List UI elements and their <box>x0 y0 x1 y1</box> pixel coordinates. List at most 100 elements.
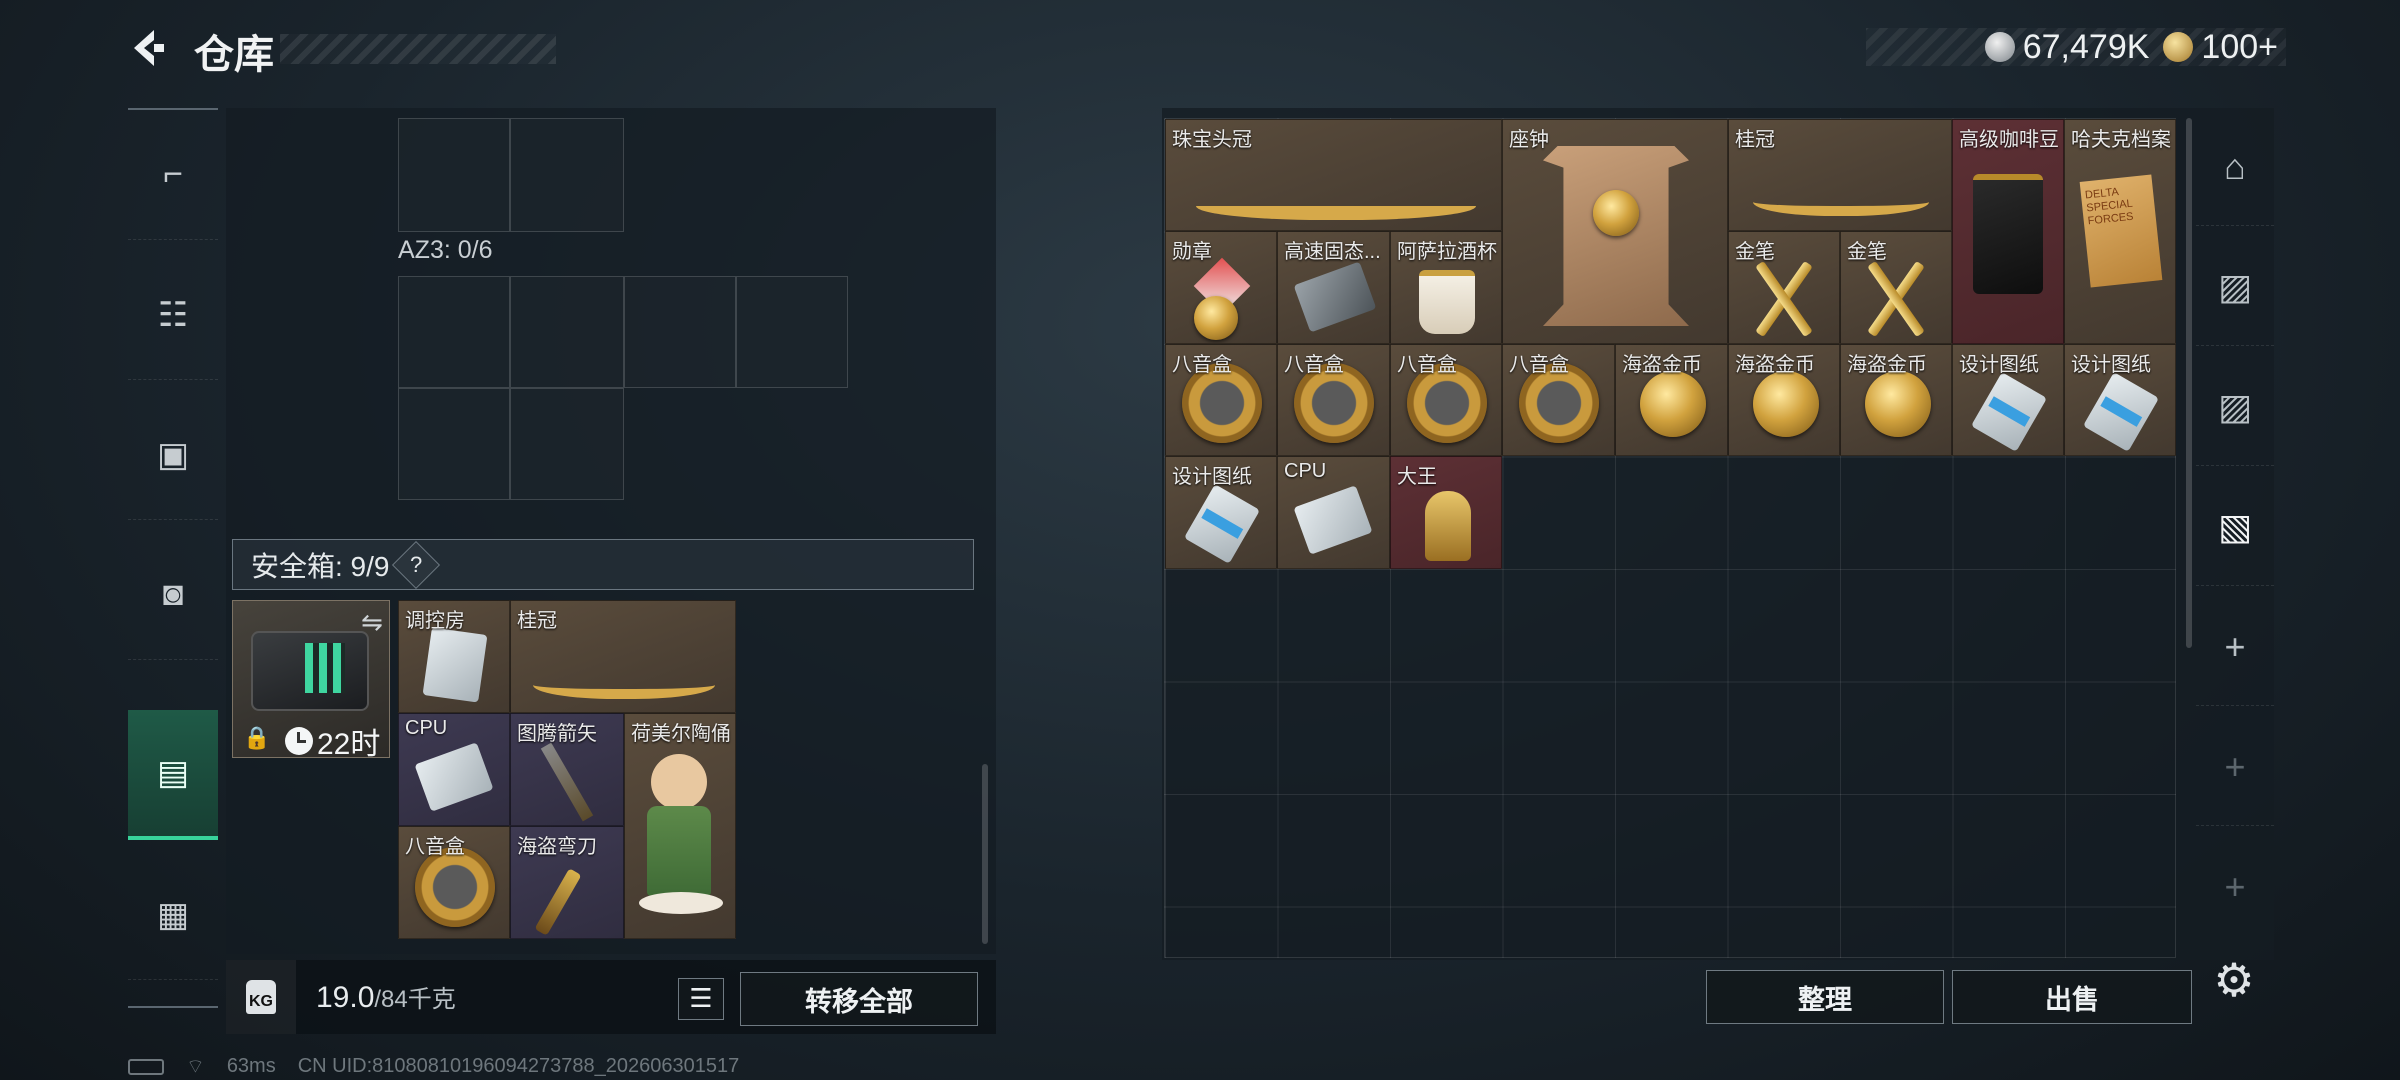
jeweled-crown-art <box>1196 150 1476 220</box>
item-totem-arrow[interactable]: 图腾箭矢 <box>510 713 624 826</box>
item-pirate-coin[interactable]: 海盗金币 <box>1615 344 1728 456</box>
arrow-art <box>540 742 594 822</box>
item-blueprint[interactable]: 设计图纸 <box>2064 344 2176 456</box>
nav-backpack[interactable]: ◙ <box>128 530 218 660</box>
item-cpu[interactable]: CPU <box>1277 456 1390 569</box>
settings-gear-icon[interactable]: ⚙ <box>2206 952 2262 1008</box>
container-slot[interactable] <box>398 388 510 500</box>
item-name: 珠宝头冠 <box>1172 129 1252 151</box>
ssd-art <box>1293 261 1377 333</box>
storage-tab-4b-icon: ▨ <box>2217 385 2252 427</box>
container-slot[interactable] <box>736 276 848 388</box>
nav-toolbox[interactable]: ▦ <box>128 850 218 980</box>
container-slot[interactable] <box>398 118 510 232</box>
item-name: 哈夫克档案 <box>2071 129 2171 151</box>
item-table-clock[interactable]: 座钟 <box>1502 119 1728 344</box>
gold-coin-icon <box>2163 32 2194 62</box>
warehouse-tab-1[interactable]: ⌂ <box>2196 108 2274 226</box>
item-name: 荷美尔陶俑 <box>631 723 731 745</box>
container-slot[interactable] <box>510 118 624 232</box>
item-blueprint[interactable]: 设计图纸 <box>1165 456 1277 569</box>
back-button[interactable] <box>124 24 172 72</box>
item-name: 八音盒 <box>1509 354 1569 376</box>
item-music-box[interactable]: 八音盒 <box>1390 344 1502 456</box>
item-name: 桂冠 <box>517 610 557 632</box>
page-title: 仓库 <box>194 32 274 78</box>
warehouse-tab-2[interactable]: ▨ <box>2196 228 2274 346</box>
warehouse-tab-4[interactable]: ▧ <box>2196 468 2274 586</box>
coin-art <box>1640 371 1706 437</box>
currency-silver[interactable]: 67,479K <box>1984 28 2149 67</box>
clock-art <box>1543 146 1689 326</box>
item-name: 八音盒 <box>405 836 465 858</box>
status-bar: ⌔ 63ms CN UID:81080810196094273788_20260… <box>128 1054 739 1079</box>
item-blueprint[interactable]: 设计图纸 <box>1952 344 2064 456</box>
item-name: 金笔 <box>1847 241 1887 263</box>
container-slot[interactable] <box>510 388 624 500</box>
add-tab-button[interactable]: + <box>2196 828 2274 946</box>
warehouse-tab-3[interactable]: ▨ <box>2196 348 2274 466</box>
add-tab-button[interactable]: + <box>2196 708 2274 826</box>
list-icon: ☰ <box>689 984 713 1014</box>
item-name: 八音盒 <box>1284 354 1344 376</box>
nav-safe-box[interactable]: ▤ <box>128 710 218 840</box>
item-jeweled-crown[interactable]: 珠宝头冠 <box>1165 119 1502 231</box>
nav-weapon[interactable]: ⌐ <box>128 110 218 240</box>
item-laurel[interactable]: 桂冠 <box>510 600 736 713</box>
container-capacity-label: AZ3: 0/6 <box>398 236 493 264</box>
item-name: CPU <box>405 717 448 739</box>
left-scrollbar[interactable] <box>982 764 988 944</box>
vest-icon: ☷ <box>157 295 189 334</box>
add-tab-icon: + <box>2224 625 2246 667</box>
item-pirate-coin[interactable]: 海盗金币 <box>1840 344 1952 456</box>
add-tab-icon: + <box>2224 745 2246 787</box>
item-name: 图腾箭矢 <box>517 723 597 745</box>
item-name: 高速固态... <box>1284 241 1381 263</box>
item-pirate-coin[interactable]: 海盗金币 <box>1728 344 1840 456</box>
controller-art <box>422 627 488 703</box>
warehouse-scrollbar[interactable] <box>2186 118 2192 648</box>
item-cpu[interactable]: CPU <box>398 713 510 826</box>
item-name: 八音盒 <box>1172 354 1232 376</box>
list-view-button[interactable]: ☰ <box>678 978 724 1020</box>
sell-button[interactable]: 出售 <box>1952 970 2192 1024</box>
weight-current: 19.0 <box>316 981 375 1014</box>
cpu-art <box>1293 485 1373 555</box>
currency-gold[interactable]: 100+ <box>2163 28 2278 67</box>
item-king[interactable]: 大王 <box>1390 456 1502 569</box>
figurine-base-art <box>639 892 723 914</box>
container-slot[interactable] <box>510 276 624 388</box>
container-slot[interactable] <box>398 276 510 388</box>
safe-case-item[interactable]: ⇋ 🔒 22时 <box>232 600 390 761</box>
item-laurel[interactable]: 桂冠 <box>1728 119 1952 231</box>
item-pirate-sabre[interactable]: 海盗弯刀 <box>510 826 624 939</box>
item-haavk-file[interactable]: 哈夫克档案 DELTA SPECIAL FORCES <box>2064 119 2176 344</box>
item-name: 高级咖啡豆 <box>1959 129 2059 151</box>
music-box-art <box>415 847 495 927</box>
item-hummel-figurine[interactable]: 荷美尔陶俑 <box>624 713 736 939</box>
item-asala-cup[interactable]: 阿萨拉酒杯 <box>1390 231 1502 344</box>
item-name: 海盗金币 <box>1622 354 1702 376</box>
item-premium-coffee[interactable]: 高级咖啡豆 <box>1952 119 2064 344</box>
nav-chest-rig[interactable]: ▣ <box>128 390 218 520</box>
add-tab-button[interactable]: + <box>2196 588 2274 706</box>
nav-armor[interactable]: ☷ <box>128 250 218 380</box>
item-medal[interactable]: 勋章 <box>1165 231 1277 344</box>
sort-button[interactable]: 整理 <box>1706 970 1944 1024</box>
transfer-all-button[interactable]: 转移全部 <box>740 972 978 1026</box>
chest-rig-icon: ▣ <box>156 435 190 474</box>
help-button[interactable]: ? <box>392 540 441 589</box>
swap-icon[interactable]: ⇋ <box>361 607 383 638</box>
item-music-box[interactable]: 八音盒 <box>398 826 510 939</box>
item-music-box[interactable]: 八音盒 <box>1165 344 1277 456</box>
coffee-bag-art <box>1973 174 2043 294</box>
item-music-box[interactable]: 八音盒 <box>1502 344 1615 456</box>
item-ssd[interactable]: 高速固态... <box>1277 231 1390 344</box>
item-name: 金笔 <box>1735 241 1775 263</box>
container-slot[interactable] <box>624 276 736 388</box>
item-gold-pen[interactable]: 金笔 <box>1840 231 1952 344</box>
item-controller[interactable]: 调控房 <box>398 600 510 713</box>
item-gold-pen[interactable]: 金笔 <box>1728 231 1840 344</box>
item-music-box[interactable]: 八音盒 <box>1277 344 1390 456</box>
item-name: 设计图纸 <box>1172 466 1252 488</box>
